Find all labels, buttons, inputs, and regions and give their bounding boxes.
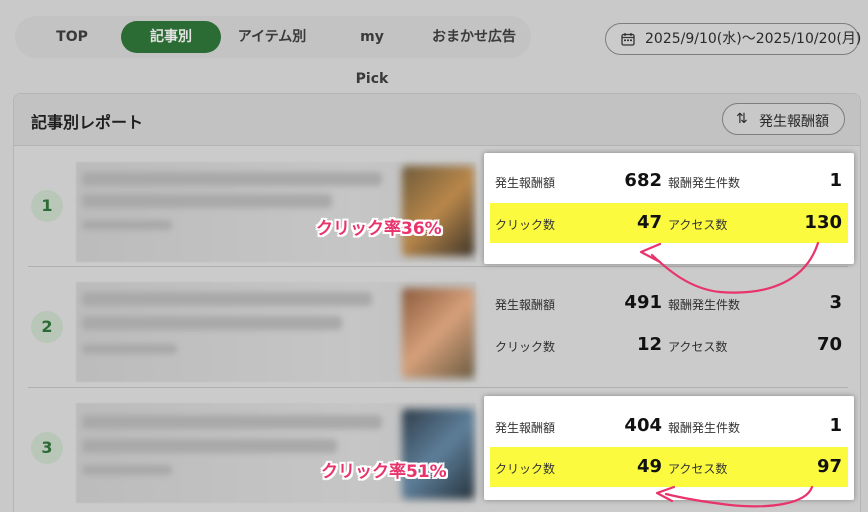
annotation-arrow xyxy=(639,241,820,508)
